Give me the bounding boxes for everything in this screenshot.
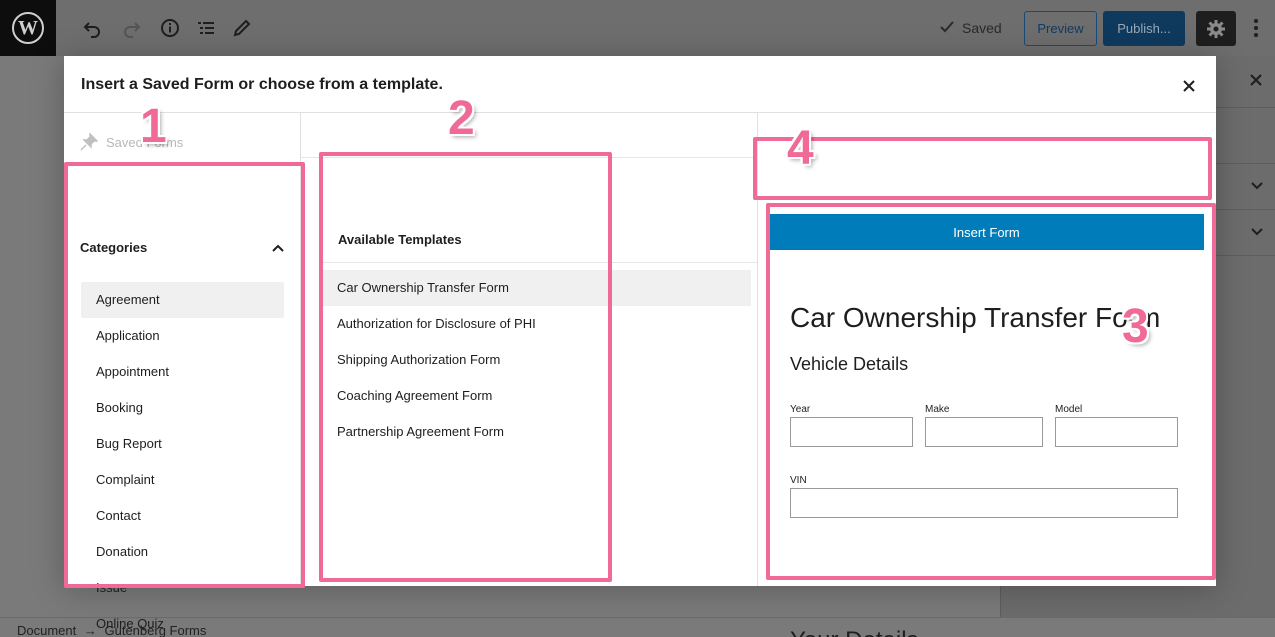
annotation-box-4	[753, 137, 1212, 200]
wordpress-logo[interactable]: W	[0, 0, 56, 56]
gear-icon	[1207, 19, 1225, 38]
preview-button[interactable]: Preview	[1024, 11, 1097, 46]
chevron-down-icon[interactable]	[1250, 225, 1266, 241]
annotation-number-2: 2	[448, 92, 475, 145]
undo-icon[interactable]	[78, 14, 106, 42]
category-item[interactable]: Online Quiz	[81, 606, 284, 637]
settings-button[interactable]	[1196, 11, 1236, 46]
wordpress-icon: W	[12, 12, 44, 44]
preview-section-heading: Your Details	[790, 627, 919, 637]
annotation-box-2	[319, 152, 612, 582]
redo-icon[interactable]	[118, 14, 146, 42]
check-icon	[939, 19, 955, 40]
pin-icon	[80, 133, 98, 151]
annotation-number-4: 4	[787, 122, 814, 175]
modal-title: Insert a Saved Form or choose from a tem…	[81, 76, 443, 93]
close-icon[interactable]	[1179, 76, 1199, 96]
info-icon[interactable]	[156, 14, 184, 42]
sidebar-close-icon[interactable]	[1248, 72, 1264, 88]
saved-status: Saved	[962, 20, 1002, 36]
breadcrumb-document[interactable]: Document	[17, 623, 76, 637]
publish-button[interactable]: Publish...	[1103, 11, 1185, 46]
annotation-box-1	[64, 162, 305, 588]
more-options-icon[interactable]	[1246, 14, 1266, 42]
annotation-number-3: 3	[1122, 300, 1149, 353]
saved-forms-tab[interactable]: Saved Forms	[80, 133, 183, 151]
list-view-icon[interactable]	[192, 14, 220, 42]
annotation-number-1: 1	[140, 100, 167, 153]
edit-pencil-icon[interactable]	[228, 14, 256, 42]
chevron-down-icon[interactable]	[1250, 179, 1266, 195]
editor-toolbar: W Saved Preview Publish...	[0, 0, 1275, 56]
annotation-box-3	[766, 203, 1216, 580]
